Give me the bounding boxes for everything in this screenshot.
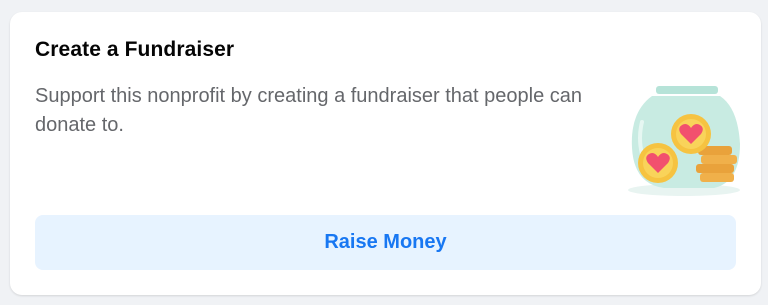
raise-money-button[interactable]: Raise Money (35, 215, 736, 270)
donation-jar-icon (622, 82, 747, 202)
card-description: Support this nonprofit by creating a fun… (35, 85, 583, 136)
raise-money-label: Raise Money (324, 231, 447, 253)
fundraiser-card: Create a Fundraiser Support this nonprof… (10, 12, 761, 295)
card-title: Create a Fundraiser (35, 38, 235, 61)
